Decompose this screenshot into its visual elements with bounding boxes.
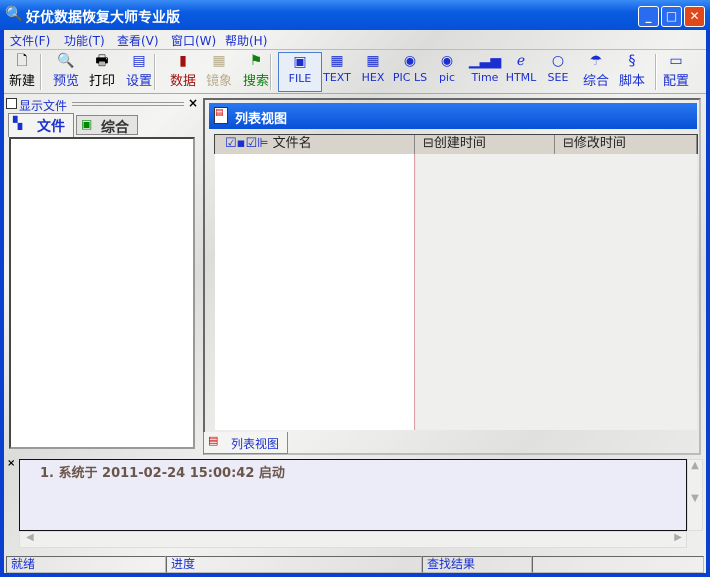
- panel-checkbox[interactable]: [6, 98, 17, 109]
- log-panel: 1. 系统于 2011-02-24 15:00:42 启动: [19, 459, 687, 531]
- toolbar-label: TEXT: [323, 71, 351, 84]
- summary-icon: ▣: [81, 117, 93, 131]
- toolbar-separator: [270, 54, 272, 90]
- tree-icon: ▚: [13, 116, 23, 130]
- status-ready: 就绪: [6, 556, 166, 573]
- menu-window[interactable]: 窗口(W): [171, 32, 216, 49]
- tab-summary[interactable]: ▣ 综合: [76, 115, 138, 136]
- client-area: 文件(F) 功能(T) 查看(V) 窗口(W) 帮助(H) 🗋 新建 🔍 预览 🖶 打印 ▤…: [4, 30, 706, 573]
- log-horizontal-scrollbar[interactable]: ◀ ▶: [19, 531, 687, 548]
- toolbar-label: 镜象: [205, 74, 232, 89]
- toolbar-label: HEX: [361, 71, 385, 84]
- file-list[interactable]: [215, 154, 415, 430]
- toolbar-label: 设置: [125, 74, 152, 89]
- script-icon: §: [628, 53, 636, 69]
- toolbar-separator: [655, 54, 657, 90]
- column-header-row: ☑▪☑⊫ 文件名 ⊟创建时间 ⊟修改时间: [214, 134, 698, 154]
- toolbar-button-16[interactable]: § 脚本: [610, 52, 654, 92]
- file-list-details: [416, 154, 697, 430]
- file-tree[interactable]: [9, 137, 195, 449]
- toolbar-label: 脚本: [618, 74, 645, 89]
- menu-view[interactable]: 查看(V): [117, 32, 159, 49]
- window-title: 好优数据恢复大师专业版: [26, 10, 180, 26]
- status-extra: [532, 556, 704, 573]
- toolbar-label: 打印: [88, 74, 115, 89]
- doc-icon: ▤: [208, 434, 219, 447]
- column-modified[interactable]: ⊟修改时间: [555, 135, 697, 154]
- config-icon: ▭: [669, 53, 683, 69]
- toolbar-label: pic: [438, 71, 456, 84]
- toolbar-label: 搜索: [242, 74, 269, 89]
- toolbar-separator: [40, 54, 42, 90]
- status-search-results: 查找结果: [422, 556, 532, 573]
- log-entry: 1. 系统于 2011-02-24 15:00:42 启动: [40, 466, 285, 481]
- toolbar-label: PIC LS: [392, 71, 428, 84]
- left-panel-header: 显示文件 ×: [6, 96, 198, 113]
- column-filename[interactable]: ☑▪☑⊫ 文件名: [215, 135, 415, 154]
- toolbar-label: SEE: [547, 71, 569, 84]
- toolbar-label: FILE: [288, 72, 312, 85]
- menu-file[interactable]: 文件(F): [10, 32, 50, 49]
- tab-list-view[interactable]: ▤ 列表视图: [203, 432, 288, 454]
- log-vertical-scrollbar[interactable]: ▲ ▼: [687, 459, 703, 531]
- toolbar-label: 数据: [169, 74, 196, 89]
- doc-icon: ▤: [214, 107, 228, 124]
- column-created[interactable]: ⊟创建时间: [415, 135, 555, 154]
- menu-function[interactable]: 功能(T): [64, 32, 105, 49]
- toolbar-button-17[interactable]: ▭ 配置: [654, 52, 698, 92]
- maximize-button[interactable]: □: [661, 6, 682, 27]
- toolbar-label: Time: [471, 71, 499, 84]
- left-panel-title: 显示文件: [19, 99, 68, 113]
- menu-help[interactable]: 帮助(H): [225, 32, 267, 49]
- toolbar-label: HTML: [505, 71, 537, 84]
- toolbar-button-0[interactable]: 🗋 新建: [0, 52, 44, 92]
- toolbar-label: 配置: [662, 74, 689, 89]
- status-progress: 进度: [166, 556, 422, 573]
- toolbar-label: 预览: [52, 74, 79, 89]
- new-file-icon: 🗋: [16, 53, 28, 69]
- toolbar-label: 综合: [582, 74, 609, 89]
- list-view-window: ▤ 列表视图 ☑▪☑⊫ 文件名 ⊟创建时间 ⊟修改时间: [203, 98, 701, 455]
- app-magnifier-icon: 🔍: [5, 5, 24, 23]
- left-panel-close-button[interactable]: ×: [188, 96, 198, 110]
- toolbar-separator: [154, 54, 156, 90]
- close-button[interactable]: ✕: [684, 6, 705, 27]
- log-close-button[interactable]: ×: [7, 458, 15, 469]
- list-view-header: ▤ 列表视图: [209, 103, 697, 129]
- toolbar-label: 新建: [8, 74, 35, 89]
- title-bar: 🔍 好优数据恢复大师专业版 _ □ ✕: [0, 0, 710, 30]
- minimize-button[interactable]: _: [638, 6, 659, 27]
- tab-files[interactable]: ▚ 文件: [8, 113, 74, 137]
